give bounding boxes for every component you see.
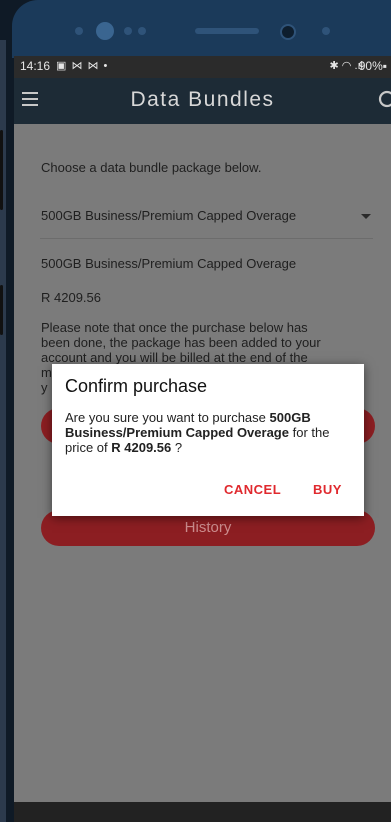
earpiece [195,28,259,34]
page-title: Data Bundles [130,88,275,111]
status-bar: 14:16 ▣ ⋈ ⋈ • ✱ ◠ .ıl 90%▪ [14,56,391,78]
refresh-icon[interactable] [377,89,391,109]
app-bar: Data Bundles [14,78,391,124]
note-line: been done, the package has been added to… [41,335,321,350]
power-button [0,285,3,335]
front-camera [96,22,114,40]
note-line: account and you will be billed at the en… [41,350,308,365]
intro-text: Choose a data bundle package below. [41,160,262,175]
dropdown-arrow-icon [361,214,371,219]
dialog-message: Are you sure you want to purchase 500GB … [65,410,357,455]
notification-icons: ▣ ⋈ ⋈ • [56,60,109,72]
dialog-title: Confirm purchase [65,376,208,396]
volume-button [0,130,3,210]
sensor-dot [75,27,83,35]
bottom-bezel [14,802,391,822]
sensor-dot [138,27,146,35]
confirm-dialog: Confirm purchase Are you sure you want t… [52,364,364,516]
screen: 14:16 ▣ ⋈ ⋈ • ✱ ◠ .ıl 90%▪ Data Bundles … [14,56,391,802]
dropdown-value: 500GB Business/Premium Capped Overage [41,208,297,223]
sensor-dot [322,27,330,35]
msg-prefix: Are you sure you want to purchase [65,410,270,425]
battery-level: 90%▪ [358,59,387,73]
phone-frame: 14:16 ▣ ⋈ ⋈ • ✱ ◠ .ıl 90%▪ Data Bundles … [0,0,391,822]
package-dropdown[interactable]: 500GB Business/Premium Capped Overage [40,204,373,239]
msg-suffix: ? [171,440,183,455]
cancel-button[interactable]: CANCEL [224,482,281,497]
status-time: 14:16 [20,59,51,73]
buy-button[interactable]: BUY [313,482,342,497]
note-line: Please note that once the purchase below… [41,320,308,335]
sensor-dot [124,27,132,35]
package-name: 500GB Business/Premium Capped Overage [41,256,297,271]
msg-price: R 4209.56 [111,440,172,455]
package-price: R 4209.56 [41,290,101,305]
top-bezel [12,0,391,58]
iris-sensor [280,24,296,40]
